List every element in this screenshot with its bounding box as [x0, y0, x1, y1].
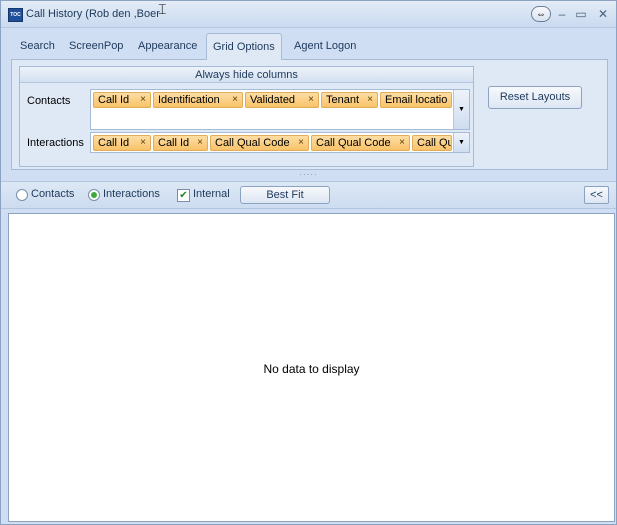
token-label: Call Qu [417, 137, 452, 149]
token-contacts-identification[interactable]: Identification × [153, 92, 243, 108]
token-label: Call Id [98, 94, 130, 106]
results-grid[interactable]: No data to display [8, 213, 615, 522]
token-label: Call Id [98, 137, 130, 149]
call-history-window: TOC Call History (Rob den ,Boer ⌶ ⇔ ‒ ▭ … [0, 0, 617, 525]
tab-agent-logon[interactable]: Agent Logon [288, 33, 362, 59]
tab-screenpop[interactable]: ScreenPop [63, 33, 129, 59]
remove-token-icon[interactable]: × [140, 93, 146, 107]
internal-checkbox-label[interactable]: Internal [193, 188, 230, 200]
hide-columns-group: Always hide columns Contacts Call Id × Id… [19, 66, 474, 167]
token-contacts-email-location[interactable]: Email locatio [380, 92, 452, 108]
token-contacts-call-id[interactable]: Call Id × [93, 92, 151, 108]
internal-checkbox[interactable]: ✔ [177, 189, 190, 202]
interactions-radio-label[interactable]: Interactions [103, 188, 160, 200]
reset-layouts-button[interactable]: Reset Layouts [488, 86, 582, 109]
token-label: Call Qual Code [215, 137, 290, 149]
token-interactions-call-qual-code[interactable]: Call Qual Code × [210, 135, 309, 151]
interactions-dropdown-button[interactable]: ▼ [453, 133, 469, 152]
toc-app-icon: TOC [8, 8, 23, 22]
remove-token-icon[interactable]: × [232, 93, 238, 107]
contacts-label: Contacts [27, 95, 71, 107]
contacts-radio[interactable] [16, 189, 28, 201]
token-label: Call Qual Code [316, 137, 391, 149]
remove-token-icon[interactable]: × [308, 93, 314, 107]
token-label: Validated [250, 94, 296, 106]
token-label: Identification [158, 94, 220, 106]
tab-appearance[interactable]: Appearance [132, 33, 203, 59]
minimize-button[interactable]: ‒ [553, 6, 571, 22]
grid-options-panel: Always hide columns Contacts Call Id × Id… [11, 59, 608, 170]
remove-token-icon[interactable]: × [140, 136, 146, 150]
collapse-panel-button[interactable]: << [584, 186, 609, 204]
token-contacts-validated[interactable]: Validated × [245, 92, 319, 108]
token-interactions-call-id-2[interactable]: Call Id × [153, 135, 208, 151]
contacts-columns-tokenbox[interactable]: Call Id × Identification × Validated × Tena… [90, 89, 470, 130]
resize-icon[interactable]: ⇔ [531, 6, 551, 22]
remove-token-icon[interactable]: × [399, 136, 405, 150]
group-title: Always hide columns [20, 67, 473, 83]
token-label: Tenant [326, 94, 360, 106]
token-label: Email locatio [385, 94, 448, 106]
token-interactions-call-id[interactable]: Call Id × [93, 135, 151, 151]
best-fit-button[interactable]: Best Fit [240, 186, 330, 204]
token-contacts-tenant[interactable]: Tenant × [321, 92, 378, 108]
token-label: Call Id [158, 137, 190, 149]
remove-token-icon[interactable]: × [298, 136, 304, 150]
remove-token-icon[interactable]: × [367, 93, 373, 107]
interactions-label: Interactions [27, 137, 84, 149]
view-options-bar: Contacts Interactions ✔ Internal Best Fi… [1, 181, 616, 209]
tab-search[interactable]: Search [14, 33, 61, 59]
text-cursor-icon: ⌶ [158, 1, 167, 17]
empty-grid-message: No data to display [263, 362, 360, 376]
contacts-radio-label[interactable]: Contacts [31, 188, 74, 200]
contacts-dropdown-button[interactable]: ▼ [453, 90, 469, 129]
close-button[interactable]: ✕ [594, 6, 612, 22]
token-interactions-call-qu[interactable]: Call Qu [412, 135, 452, 151]
tab-grid-options[interactable]: Grid Options [206, 33, 282, 60]
splitter-handle[interactable]: ····· [1, 171, 616, 179]
remove-token-icon[interactable]: × [197, 136, 203, 150]
window-title: Call History (Rob den ,Boer [26, 8, 160, 20]
title-bar[interactable]: TOC Call History (Rob den ,Boer ⌶ ⇔ ‒ ▭ … [1, 1, 616, 28]
interactions-columns-tokenbox[interactable]: Call Id × Call Id × Call Qual Code × Call Q… [90, 132, 470, 153]
maximize-button[interactable]: ▭ [572, 6, 590, 22]
token-interactions-call-qual-code-2[interactable]: Call Qual Code × [311, 135, 410, 151]
grip-icon: ····· [299, 170, 318, 179]
interactions-radio[interactable] [88, 189, 100, 201]
